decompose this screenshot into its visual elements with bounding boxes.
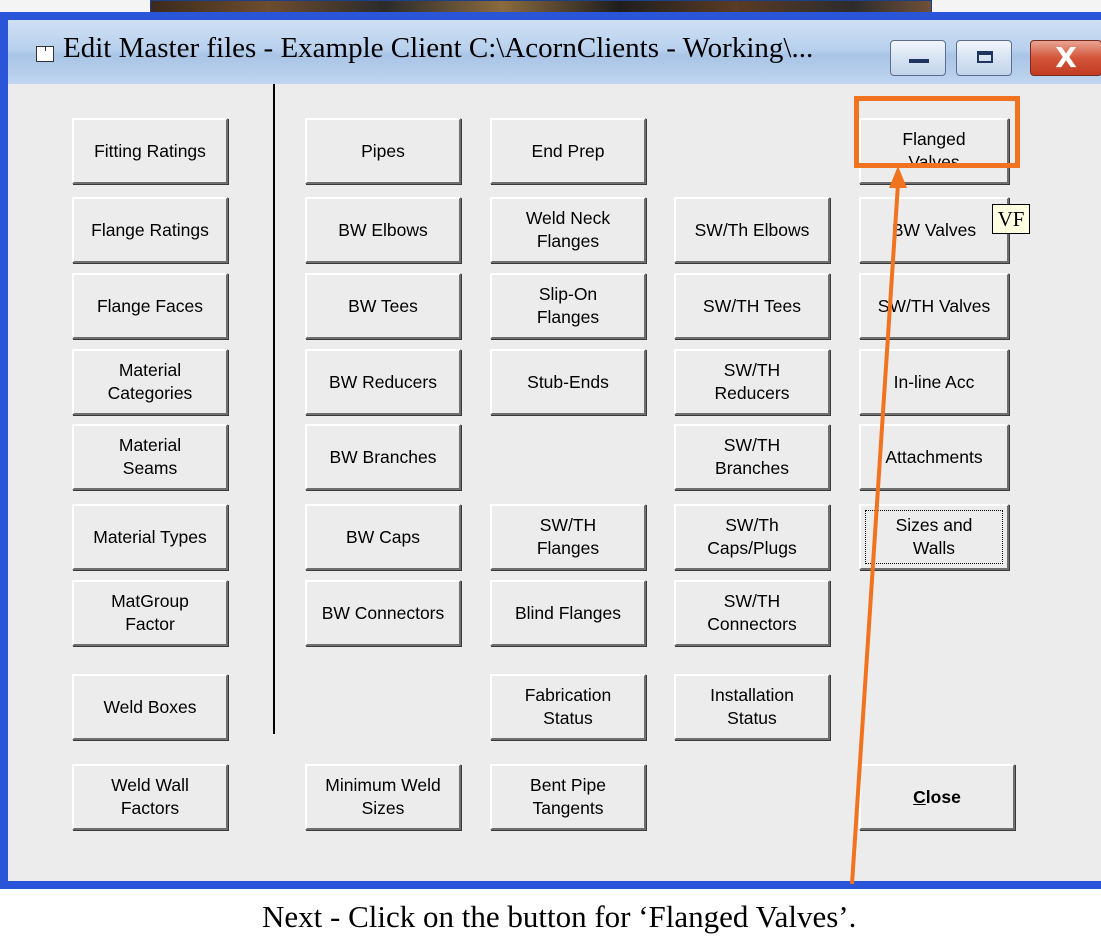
sizes-and-walls-button[interactable]: Sizes and Walls: [859, 504, 1009, 570]
attachments-button[interactable]: Attachments: [859, 424, 1009, 490]
column-divider: [273, 84, 275, 734]
client-area: Fitting Ratings Flange Ratings Flange Fa…: [8, 84, 1101, 881]
weld-boxes-button[interactable]: Weld Boxes: [72, 674, 228, 740]
flanged-valves-highlight: [854, 96, 1020, 168]
window-icon: [36, 46, 54, 62]
flange-ratings-button[interactable]: Flange Ratings: [72, 197, 228, 263]
matgroup-factor-button[interactable]: MatGroup Factor: [72, 580, 228, 646]
sw-th-caps-plugs-button[interactable]: SW/Th Caps/Plugs: [674, 504, 830, 570]
close-button-mnemonic: C: [913, 786, 926, 807]
sw-th-tees-button[interactable]: SW/TH Tees: [674, 273, 830, 339]
sw-th-valves-button[interactable]: SW/TH Valves: [859, 273, 1009, 339]
maximize-button[interactable]: [956, 40, 1012, 76]
blind-flanges-button[interactable]: Blind Flanges: [490, 580, 646, 646]
sw-th-flanges-button[interactable]: SW/TH Flanges: [490, 504, 646, 570]
bw-valves-button[interactable]: BW Valves: [859, 197, 1009, 263]
end-prep-button[interactable]: End Prep: [490, 118, 646, 184]
sw-th-branches-button[interactable]: SW/TH Branches: [674, 424, 830, 490]
close-icon: X: [1055, 41, 1077, 74]
bw-tees-button[interactable]: BW Tees: [305, 273, 461, 339]
bw-branches-button[interactable]: BW Branches: [305, 424, 461, 490]
sw-th-elbows-button[interactable]: SW/Th Elbows: [674, 197, 830, 263]
maximize-icon: [977, 51, 993, 63]
close-button-label: lose: [925, 786, 961, 807]
sw-th-connectors-button[interactable]: SW/TH Connectors: [674, 580, 830, 646]
weld-neck-flanges-button[interactable]: Weld Neck Flanges: [490, 197, 646, 263]
minimize-button[interactable]: [890, 40, 946, 76]
minimize-icon: [909, 59, 929, 63]
fitting-ratings-button[interactable]: Fitting Ratings: [72, 118, 228, 184]
close-window-button[interactable]: X: [1030, 40, 1101, 76]
instruction-caption: Next - Click on the button for ‘Flanged …: [262, 899, 857, 934]
weld-wall-factors-button[interactable]: Weld Wall Factors: [72, 764, 228, 830]
inline-acc-button[interactable]: In-line Acc: [859, 349, 1009, 415]
window-title: Edit Master files - Example Client C:\Ac…: [63, 32, 814, 64]
material-types-button[interactable]: Material Types: [72, 504, 228, 570]
material-categories-button[interactable]: Material Categories: [72, 349, 228, 415]
flange-faces-button[interactable]: Flange Faces: [72, 273, 228, 339]
slip-on-flanges-button[interactable]: Slip-On Flanges: [490, 273, 646, 339]
bw-elbows-button[interactable]: BW Elbows: [305, 197, 461, 263]
pipes-button[interactable]: Pipes: [305, 118, 461, 184]
tooltip: VF: [992, 204, 1030, 234]
stub-ends-button[interactable]: Stub-Ends: [490, 349, 646, 415]
bw-caps-button[interactable]: BW Caps: [305, 504, 461, 570]
sw-th-reducers-button[interactable]: SW/TH Reducers: [674, 349, 830, 415]
bw-reducers-button[interactable]: BW Reducers: [305, 349, 461, 415]
material-seams-button[interactable]: Material Seams: [72, 424, 228, 490]
fabrication-status-button[interactable]: Fabrication Status: [490, 674, 646, 740]
installation-status-button[interactable]: Installation Status: [674, 674, 830, 740]
bent-pipe-tangents-button[interactable]: Bent Pipe Tangents: [490, 764, 646, 830]
minimum-weld-sizes-button[interactable]: Minimum Weld Sizes: [305, 764, 461, 830]
close-button[interactable]: Close: [859, 764, 1015, 830]
title-bar[interactable]: Edit Master files - Example Client C:\Ac…: [8, 20, 1101, 84]
bw-connectors-button[interactable]: BW Connectors: [305, 580, 461, 646]
